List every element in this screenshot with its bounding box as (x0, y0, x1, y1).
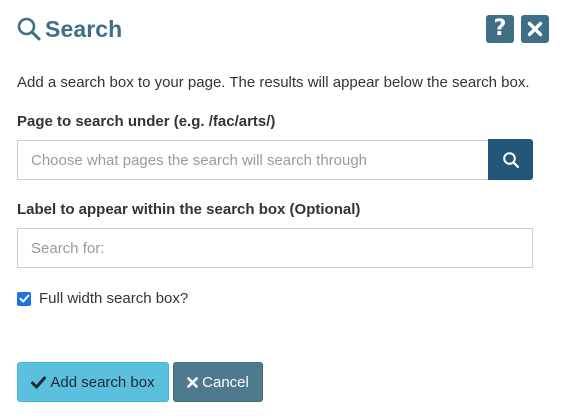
cancel-label: Cancel (202, 373, 249, 391)
times-icon (187, 376, 198, 388)
page-field-label: Page to search under (e.g. /fac/arts/) (17, 113, 276, 130)
search-dialog: Search ? Add a search box to your page. … (0, 0, 567, 419)
full-width-label: Full width search box? (39, 290, 189, 307)
full-width-option: Full width search box? (17, 290, 188, 307)
dialog-header: Search ? (16, 12, 551, 46)
search-label-input[interactable] (17, 228, 533, 268)
dialog-title: Search (16, 12, 122, 46)
check-icon (31, 376, 47, 389)
page-search-input[interactable] (17, 140, 489, 180)
add-search-box-label: Add search box (50, 373, 155, 391)
close-button[interactable] (521, 15, 549, 43)
full-width-checkbox[interactable] (17, 291, 31, 306)
checkmark-icon (19, 294, 29, 303)
cancel-button[interactable]: Cancel (173, 362, 263, 402)
search-icon (502, 151, 519, 168)
search-icon (16, 16, 42, 42)
help-button[interactable]: ? (486, 15, 514, 43)
add-search-box-button[interactable]: Add search box (17, 362, 169, 402)
browse-pages-button[interactable] (488, 139, 533, 180)
question-icon: ? (493, 16, 507, 41)
dialog-title-text: Search (45, 15, 123, 42)
dialog-intro-text: Add a search box to your page. The resul… (17, 74, 530, 91)
search-label-field-label: Label to appear within the search box (O… (17, 201, 361, 218)
close-icon (527, 21, 543, 37)
